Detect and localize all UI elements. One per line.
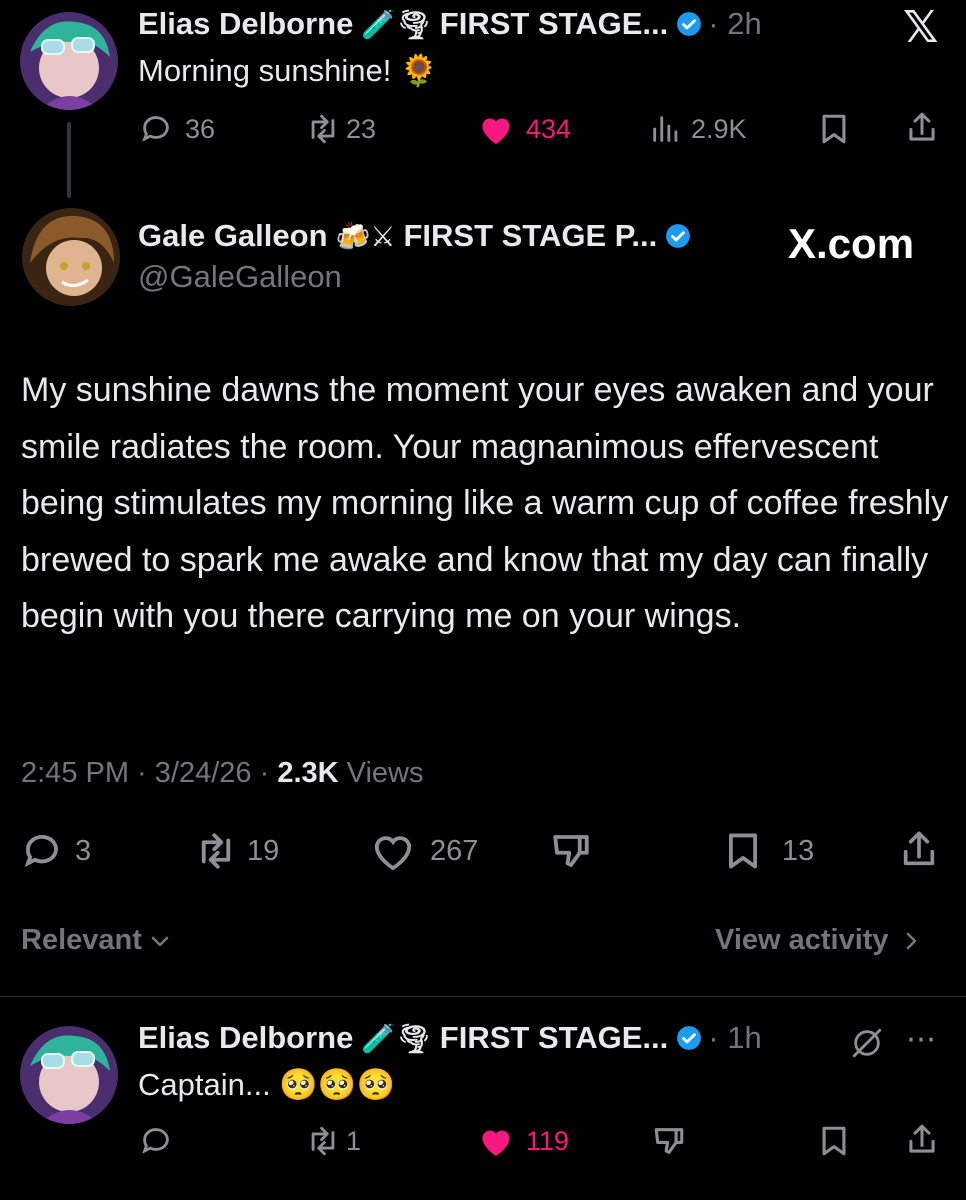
thumbs-down-icon: [553, 835, 589, 867]
tweet1-repost-count: 23: [346, 113, 377, 144]
main-like-count: 267: [430, 834, 479, 867]
main-dislike-button[interactable]: [549, 830, 593, 872]
chevron-down-icon: [151, 936, 169, 946]
relevant-filter-dropdown[interactable]: Relevant: [21, 924, 172, 957]
reply-repost-button[interactable]: 1: [304, 1124, 361, 1158]
share-icon: [903, 831, 935, 866]
views-icon: [653, 116, 678, 142]
heart-filled-icon: [482, 1130, 510, 1156]
bookmark-icon: [729, 833, 757, 869]
main-reply-button[interactable]: 3: [21, 830, 91, 872]
repost-icon: [311, 114, 335, 144]
chevron-right-icon: [906, 932, 916, 949]
heart-filled-icon: [482, 118, 510, 144]
thread-connector-line: [67, 122, 71, 198]
reply-repost-count: 1: [346, 1125, 362, 1156]
main-reply-count: 3: [75, 834, 92, 867]
reply-display-name[interactable]: Elias Delborne: [138, 1020, 353, 1056]
tweet1-reply-button[interactable]: 36: [139, 112, 215, 146]
avatar-gale[interactable]: [22, 208, 120, 306]
tweet1-view-count: 2.9K: [691, 113, 747, 144]
verified-badge-icon: [677, 12, 702, 36]
main-like-button[interactable]: 267: [370, 830, 478, 872]
reply-dislike-button[interactable]: [651, 1124, 687, 1158]
main-handle[interactable]: @GaleGalleon: [138, 259, 342, 295]
tweet1-repost-button[interactable]: 23: [304, 112, 376, 146]
reply-reply-button[interactable]: [139, 1124, 173, 1158]
view-activity-link[interactable]: View activity: [715, 924, 923, 957]
reply-icon: [142, 1128, 169, 1154]
main-name-emojis: 🍻⚔: [335, 220, 396, 252]
reply-name-emojis: 🧪🌪: [361, 1022, 432, 1054]
share-icon: [909, 1124, 935, 1153]
main-tweet-header: Gale Galleon 🍻⚔ FIRST STAGE P...: [138, 218, 691, 254]
tweet1-time: · 2h: [708, 6, 762, 41]
tweet1-text: Morning sunshine! 🌻: [138, 53, 439, 88]
verified-badge-icon: [677, 1026, 702, 1050]
main-bookmark-button[interactable]: 13: [724, 830, 814, 872]
main-repost-button[interactable]: 19: [193, 830, 279, 872]
relevant-label: Relevant: [21, 924, 142, 956]
reply-like-button[interactable]: 119: [478, 1124, 569, 1158]
main-affiliation: FIRST STAGE P...: [403, 218, 658, 253]
reply-affiliation: FIRST STAGE...: [439, 1020, 669, 1055]
thumbs-down-icon: [654, 1128, 684, 1154]
tweet1-affiliation: FIRST STAGE...: [439, 6, 669, 41]
heart-icon: [374, 836, 412, 871]
avatar-elias-reply[interactable]: [20, 1026, 118, 1124]
main-bookmark-count: 13: [782, 834, 815, 867]
reply-text: Captain... 🥺🥺🥺: [138, 1067, 396, 1102]
tweet1-reply-count: 36: [185, 113, 216, 144]
grok-icon[interactable]: [850, 1026, 884, 1065]
main-tweet-text: My sunshine dawns the moment your eyes a…: [21, 371, 949, 635]
tweet1-bookmark-button[interactable]: [818, 112, 850, 146]
reply-header: Elias Delborne 🧪🌪 FIRST STAGE... · 1h: [138, 1020, 762, 1056]
share-icon: [909, 112, 935, 141]
reply-icon: [142, 116, 169, 142]
main-display-name[interactable]: Gale Galleon: [138, 218, 328, 254]
section-divider: [0, 996, 966, 997]
reply-like-count: 119: [526, 1125, 570, 1156]
tweet1-display-name[interactable]: Elias Delborne: [138, 6, 353, 42]
repost-icon: [311, 1126, 335, 1156]
tweet1-like-count: 434: [526, 113, 572, 144]
tweet1-share-button[interactable]: [905, 110, 939, 146]
reply-bookmark-button[interactable]: [818, 1124, 850, 1158]
tweet1-header: Elias Delborne 🧪🌪 FIRST STAGE... · 2h: [138, 6, 762, 42]
main-timestamp: 2:45 PM · 3/24/26 ·: [21, 757, 278, 789]
repost-icon: [201, 833, 231, 869]
more-options-icon[interactable]: ⋯: [906, 1022, 937, 1057]
x-logo-icon: 𝕏: [903, 3, 939, 52]
reply-share-button[interactable]: [905, 1122, 939, 1158]
avatar-elias[interactable]: [20, 12, 118, 110]
reply-time: · 1h: [708, 1020, 762, 1055]
reply-icon: [24, 834, 58, 868]
bookmark-icon: [822, 1126, 846, 1156]
view-activity-label: View activity: [715, 924, 889, 956]
tweet1-like-button[interactable]: 434: [478, 112, 571, 146]
main-view-count[interactable]: 2.3K: [277, 757, 338, 789]
verified-badge-icon: [666, 224, 691, 248]
main-views-label: Views: [338, 757, 424, 789]
main-share-button[interactable]: [899, 828, 939, 872]
tweet1-name-emojis: 🧪🌪: [361, 8, 432, 40]
xcom-watermark: X.com: [788, 220, 915, 267]
tweet1-views-button[interactable]: 2.9K: [649, 112, 747, 146]
main-tweet-meta: 2:45 PM · 3/24/26 · 2.3K Views: [21, 757, 423, 790]
bookmark-icon: [822, 114, 846, 144]
main-repost-count: 19: [247, 834, 280, 867]
